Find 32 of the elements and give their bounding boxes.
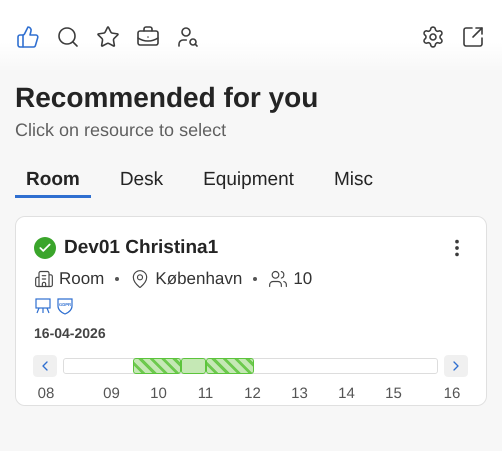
- settings-icon[interactable]: [421, 25, 445, 49]
- booking-date: 16-04-2026: [34, 325, 107, 341]
- open-external-icon[interactable]: [461, 25, 485, 49]
- hour-label: 09: [102, 385, 121, 402]
- hour-label: 13: [290, 385, 309, 402]
- hour-label: 08: [36, 385, 56, 402]
- whiteboard-icon: [34, 297, 52, 315]
- hour-label: 14: [337, 385, 356, 402]
- star-icon[interactable]: [96, 25, 120, 49]
- resource-name: Dev01 Christina1: [64, 237, 220, 259]
- search-icon[interactable]: [56, 25, 80, 49]
- page-title: Recommended for you: [15, 81, 320, 115]
- next-button[interactable]: [444, 355, 468, 377]
- tab[interactable]: Equipment: [192, 163, 305, 198]
- tab[interactable]: Desk: [108, 163, 174, 198]
- user-search-icon[interactable]: [176, 25, 200, 49]
- briefcase-icon[interactable]: [136, 25, 160, 49]
- tab[interactable]: Room: [15, 163, 91, 198]
- hour-label: 16: [442, 385, 462, 402]
- hour-label: 12: [243, 385, 262, 402]
- hour-label: 11: [196, 385, 214, 402]
- thumbs-up-icon[interactable]: [16, 25, 40, 49]
- hour-label: 10: [149, 385, 168, 402]
- previous-button[interactable]: [33, 355, 57, 377]
- hour-label: 15: [384, 385, 403, 402]
- resource-location: København: [155, 269, 242, 289]
- resource-type: Room: [59, 269, 104, 289]
- tab[interactable]: Misc: [322, 163, 384, 198]
- building-icon: [34, 269, 54, 289]
- people-icon: [268, 269, 288, 289]
- page-subtitle: Click on resource to select: [15, 120, 228, 141]
- resource-capacity: 10: [293, 269, 312, 289]
